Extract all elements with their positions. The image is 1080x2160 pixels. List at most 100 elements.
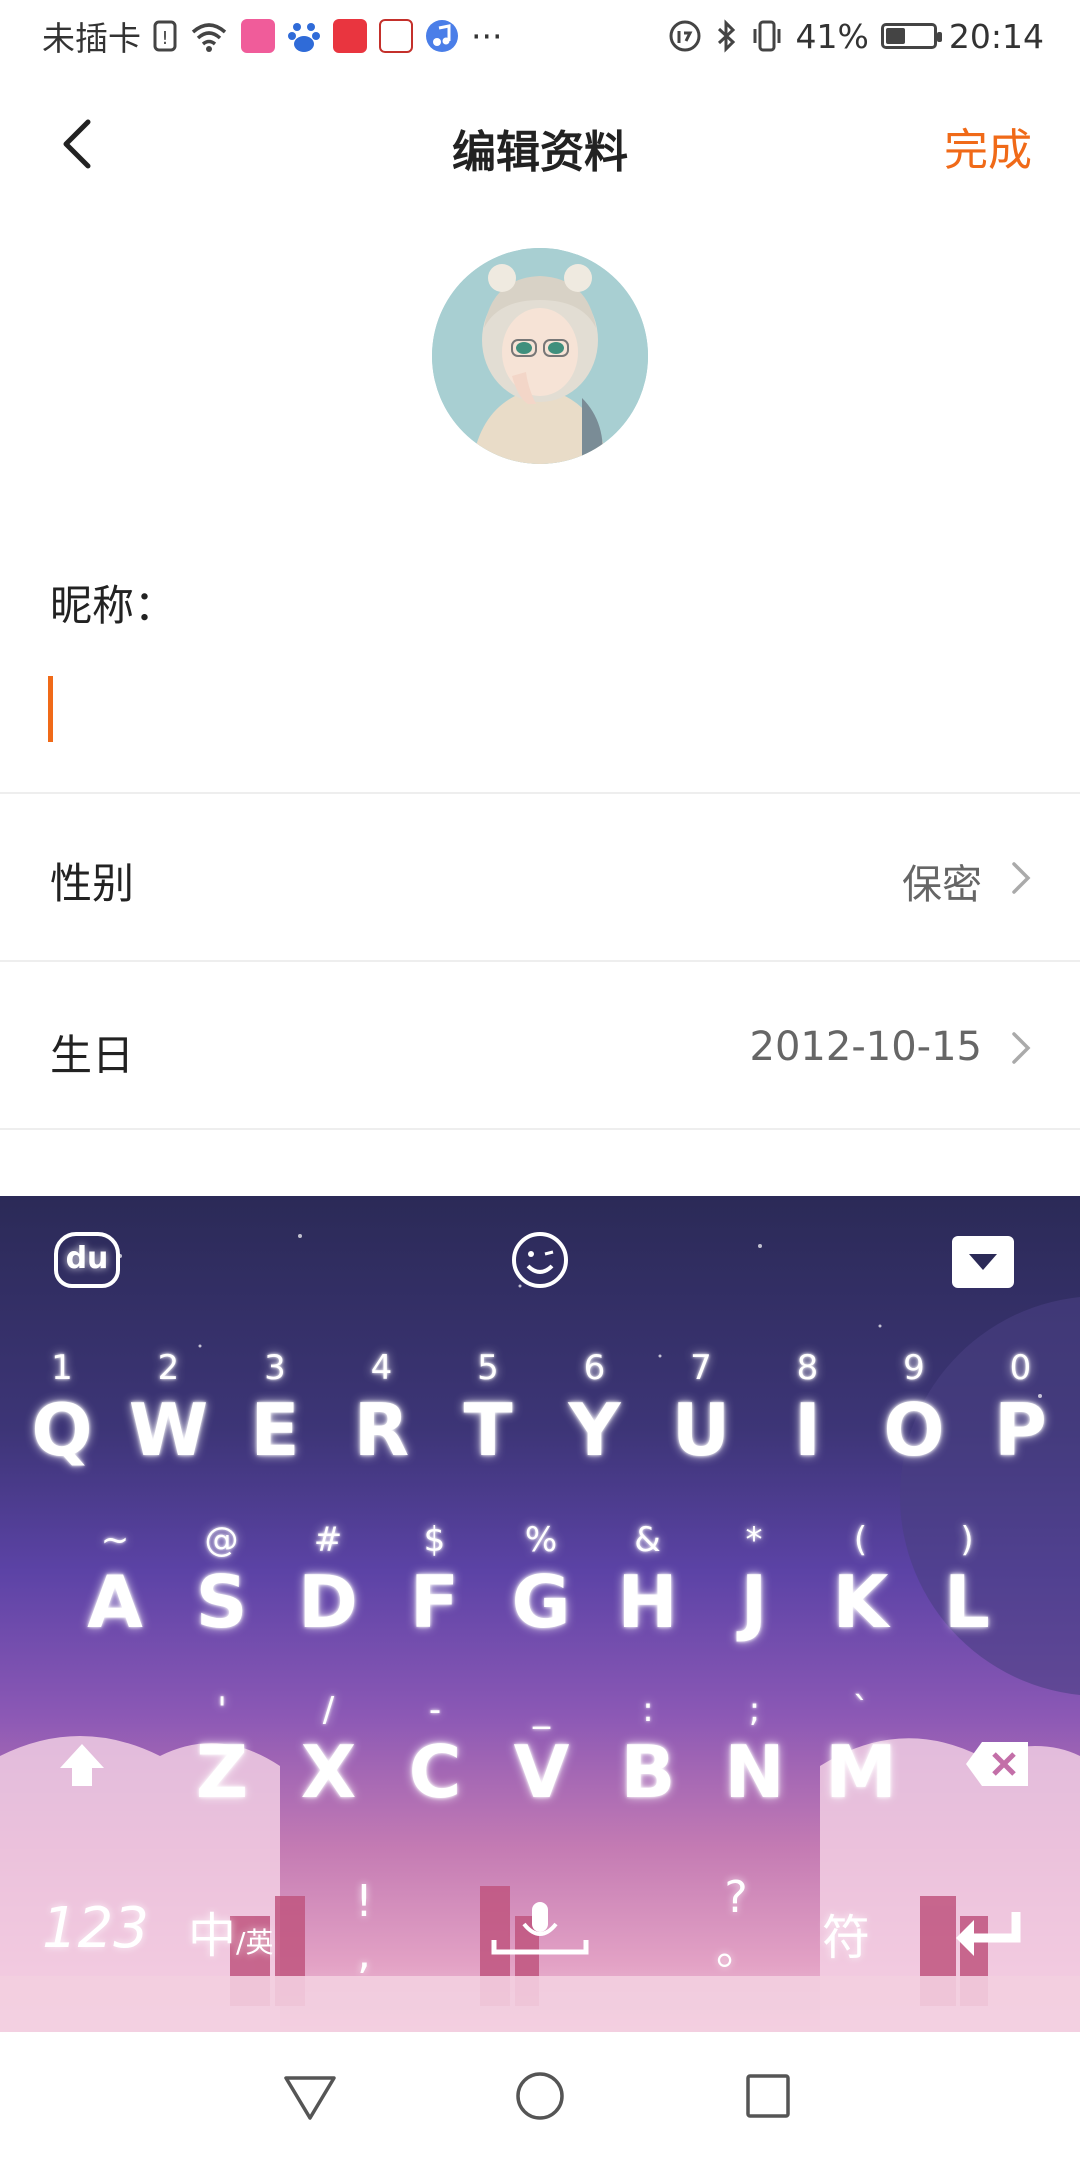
key-label: A — [87, 1560, 143, 1644]
key-label: J — [740, 1560, 768, 1644]
key-j[interactable]: * J — [704, 1520, 804, 1644]
key-hint: 6 — [583, 1348, 606, 1388]
chevron-right-icon — [1012, 1032, 1031, 1064]
gender-value: 保密 — [902, 862, 982, 908]
key-label: K — [832, 1560, 889, 1644]
space-voice-key[interactable] — [490, 1896, 590, 1976]
key-label: O — [883, 1388, 945, 1472]
key-hint: ~ — [100, 1520, 130, 1560]
question-key[interactable]: ? 。 — [716, 1872, 760, 1976]
key-label: G — [511, 1560, 571, 1644]
key-y[interactable]: 6Y — [545, 1348, 645, 1472]
chevron-right-icon — [1012, 862, 1031, 894]
backspace-key[interactable] — [962, 1736, 1034, 1792]
key-p[interactable]: 0P — [971, 1348, 1071, 1472]
key-hint: * — [745, 1520, 763, 1560]
key-g[interactable]: % G — [491, 1520, 591, 1644]
key-q[interactable]: 1Q — [12, 1348, 112, 1472]
key-hint: 8 — [796, 1348, 819, 1388]
status-left: 未插卡 ! ··· — [42, 12, 502, 60]
key-s[interactable]: @ S — [172, 1520, 272, 1644]
punctuation-key[interactable]: ! , — [344, 1876, 384, 1980]
key-hint: ) — [960, 1520, 974, 1560]
key-n[interactable]: ; N — [705, 1690, 805, 1814]
key-o[interactable]: 9O — [864, 1348, 964, 1472]
key-i[interactable]: 8I — [758, 1348, 858, 1472]
done-button[interactable]: 完成 — [944, 114, 1032, 178]
carrier-text: 未插卡 — [42, 19, 141, 58]
divider — [0, 1128, 1080, 1130]
key-m[interactable]: ` M — [811, 1690, 911, 1814]
recents-square-icon[interactable] — [744, 2072, 792, 2120]
du-logo-button[interactable]: du — [54, 1232, 120, 1288]
nickname-input[interactable] — [40, 660, 1040, 756]
huawei-icon — [333, 19, 367, 53]
key-r[interactable]: 4R — [332, 1348, 432, 1472]
symbols-key[interactable]: 符 — [822, 1898, 870, 1968]
enter-key[interactable] — [950, 1906, 1030, 1966]
emoji-icon[interactable] — [510, 1230, 570, 1290]
key-l[interactable]: ) L — [917, 1520, 1017, 1644]
avatar[interactable] — [432, 248, 648, 464]
baidu-icon — [288, 23, 320, 52]
birthday-value: 2012-10-15 — [749, 1024, 982, 1070]
key-label: W — [128, 1388, 209, 1472]
battery-icon — [880, 23, 942, 49]
punct-top: ! — [355, 1876, 373, 1927]
key-hint: ` — [852, 1690, 870, 1730]
home-circle-icon[interactable] — [514, 2070, 566, 2122]
gender-row[interactable]: 性别 保密 — [0, 794, 1080, 960]
key-hint: : — [642, 1690, 654, 1730]
key-label: Y — [568, 1388, 621, 1472]
system-navigation-bar — [0, 2032, 1080, 2160]
key-u[interactable]: 7U — [651, 1348, 751, 1472]
back-triangle-icon[interactable] — [282, 2072, 338, 2124]
key-k[interactable]: (K — [811, 1520, 911, 1644]
key-label: B — [620, 1730, 676, 1814]
key-a[interactable]: ~ A — [65, 1520, 165, 1644]
key-label: F — [409, 1560, 460, 1644]
key-hint: & — [634, 1520, 661, 1560]
key-h[interactable]: & H — [598, 1520, 698, 1644]
birthday-row[interactable]: 生日 2012-10-15 — [0, 962, 1080, 1128]
key-label: C — [408, 1730, 462, 1814]
key-c[interactable]: -C — [385, 1690, 485, 1814]
question-bottom: 。 — [716, 1924, 760, 1975]
key-v[interactable]: _ V — [492, 1690, 592, 1814]
key-hint: 3 — [264, 1348, 286, 1388]
key-label: V — [513, 1730, 570, 1814]
key-e[interactable]: 3E — [225, 1348, 325, 1472]
calendar-icon — [379, 19, 413, 53]
hide-keyboard-button[interactable] — [952, 1236, 1014, 1288]
keyboard-toolbar: du — [0, 1196, 1080, 1316]
key-hint: # — [313, 1520, 343, 1560]
key-w[interactable]: 2W — [119, 1348, 219, 1472]
key-hint: ( — [853, 1520, 868, 1560]
vibrate-icon — [753, 20, 781, 52]
key-f[interactable]: $ F — [385, 1520, 485, 1644]
key-label: N — [724, 1730, 785, 1814]
key-label: Q — [31, 1388, 93, 1472]
key-hint: 7 — [690, 1348, 712, 1388]
key-t[interactable]: 5T — [438, 1348, 538, 1472]
status-right: 41% 20:14 — [668, 17, 1044, 56]
language-switch-key[interactable]: 中/英 — [188, 1896, 273, 1966]
shift-key[interactable] — [52, 1736, 112, 1796]
key-z[interactable]: ' Z — [172, 1690, 272, 1814]
key-hint: 1 — [51, 1348, 73, 1388]
key-label: H — [617, 1560, 678, 1644]
key-hint: ' — [217, 1690, 227, 1730]
du-logo-text: du — [65, 1241, 109, 1276]
key-b[interactable]: :B — [598, 1690, 698, 1814]
key-label: I — [794, 1388, 821, 1472]
key-hint: 2 — [157, 1348, 180, 1388]
numbers-key[interactable]: 123 — [42, 1896, 149, 1961]
app-notification-icon — [241, 19, 275, 53]
key-d[interactable]: # D — [278, 1520, 378, 1644]
question-top: ? — [724, 1872, 748, 1923]
chevron-down-icon — [969, 1254, 997, 1270]
key-label: M — [825, 1730, 897, 1814]
avatar-illustration — [432, 248, 648, 464]
key-x[interactable]: / X — [279, 1690, 379, 1814]
key-label: E — [250, 1388, 300, 1472]
